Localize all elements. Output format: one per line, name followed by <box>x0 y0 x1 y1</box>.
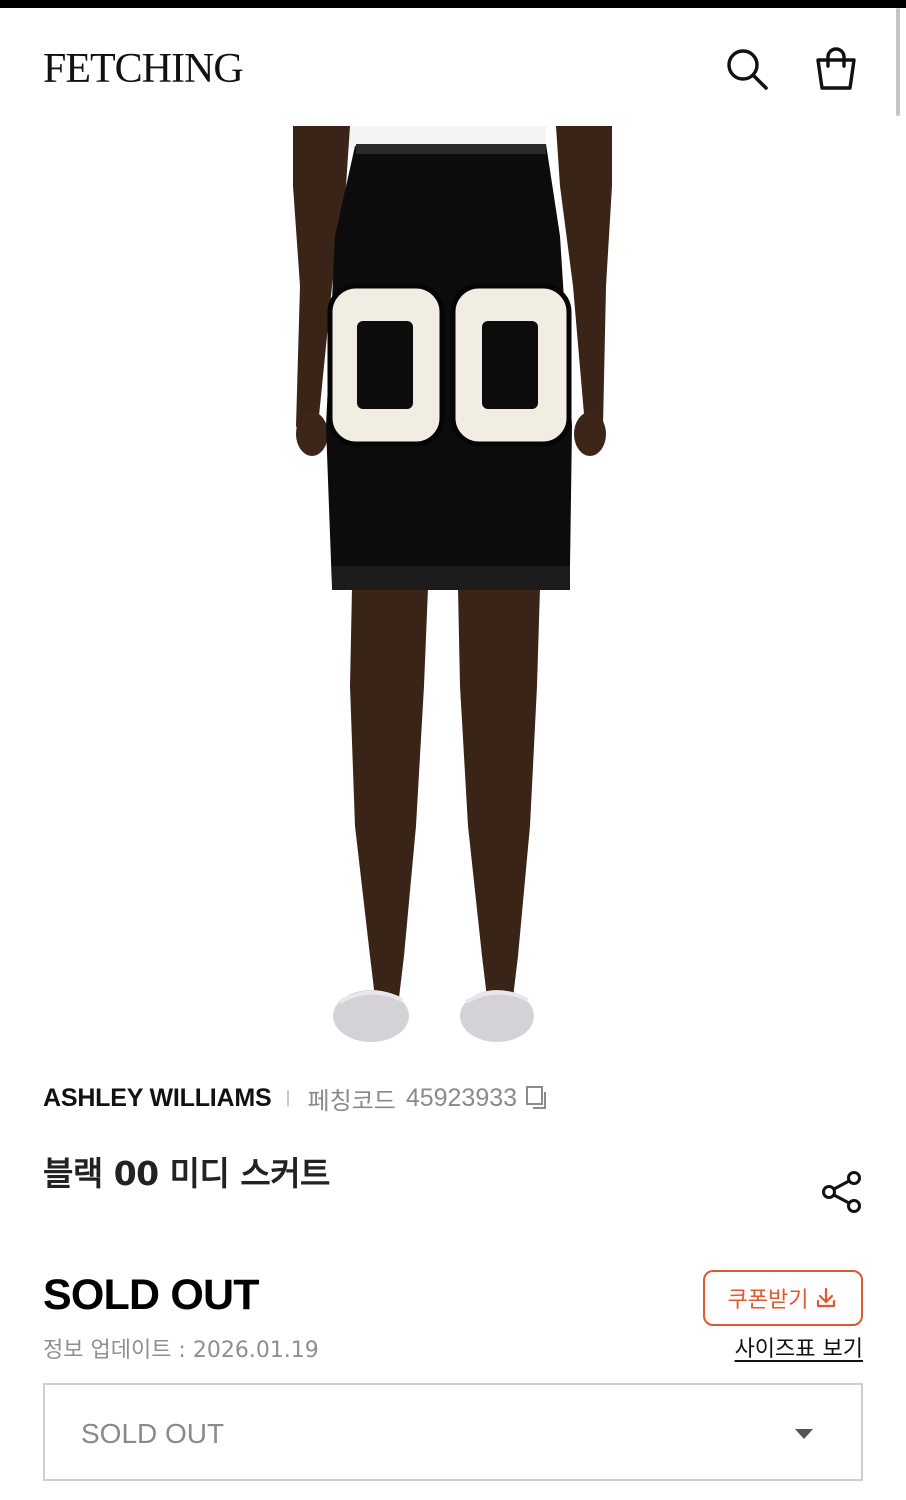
get-coupon-button[interactable]: 쿠폰받기 <box>703 1270 863 1326</box>
product-image-gallery[interactable]: 1 / 5 <box>0 126 906 1046</box>
fetching-code-label: 페칭코드 <box>307 1087 396 1115</box>
product-title: 블랙 00 미디 스커트 <box>43 1154 330 1193</box>
product-image <box>293 126 612 1042</box>
share-button[interactable] <box>818 1168 866 1216</box>
status-bar <box>0 0 906 8</box>
search-button[interactable] <box>722 44 772 94</box>
brand-and-code-row: ASHLEY WILLIAMS 페칭코드 45923933 <box>43 1082 551 1115</box>
cart-button[interactable] <box>811 44 861 94</box>
search-icon <box>727 49 768 90</box>
copy-icon[interactable] <box>525 1085 551 1111</box>
coupon-button-label: 쿠폰받기 <box>727 1288 809 1313</box>
download-icon <box>817 1287 836 1308</box>
share-icon <box>822 1171 861 1213</box>
shopping-bag-icon <box>816 47 856 90</box>
option-select-value: SOLD OUT <box>81 1418 225 1449</box>
brand-name[interactable]: ASHLEY WILLIAMS <box>43 1084 272 1113</box>
fetching-code-value: 45923933 <box>405 1083 518 1112</box>
site-logo[interactable]: FETCHING <box>43 48 244 90</box>
option-select[interactable]: SOLD OUT <box>43 1383 863 1481</box>
size-chart-link[interactable]: 사이즈표 보기 <box>735 1331 863 1363</box>
info-updated-date: 정보 업데이트 : 2026.01.19 <box>43 1338 319 1363</box>
vertical-divider <box>287 1090 290 1106</box>
site-header: FETCHING <box>0 8 906 126</box>
sold-out-status: SOLD OUT <box>43 1271 260 1319</box>
chevron-down-icon <box>795 1429 813 1439</box>
